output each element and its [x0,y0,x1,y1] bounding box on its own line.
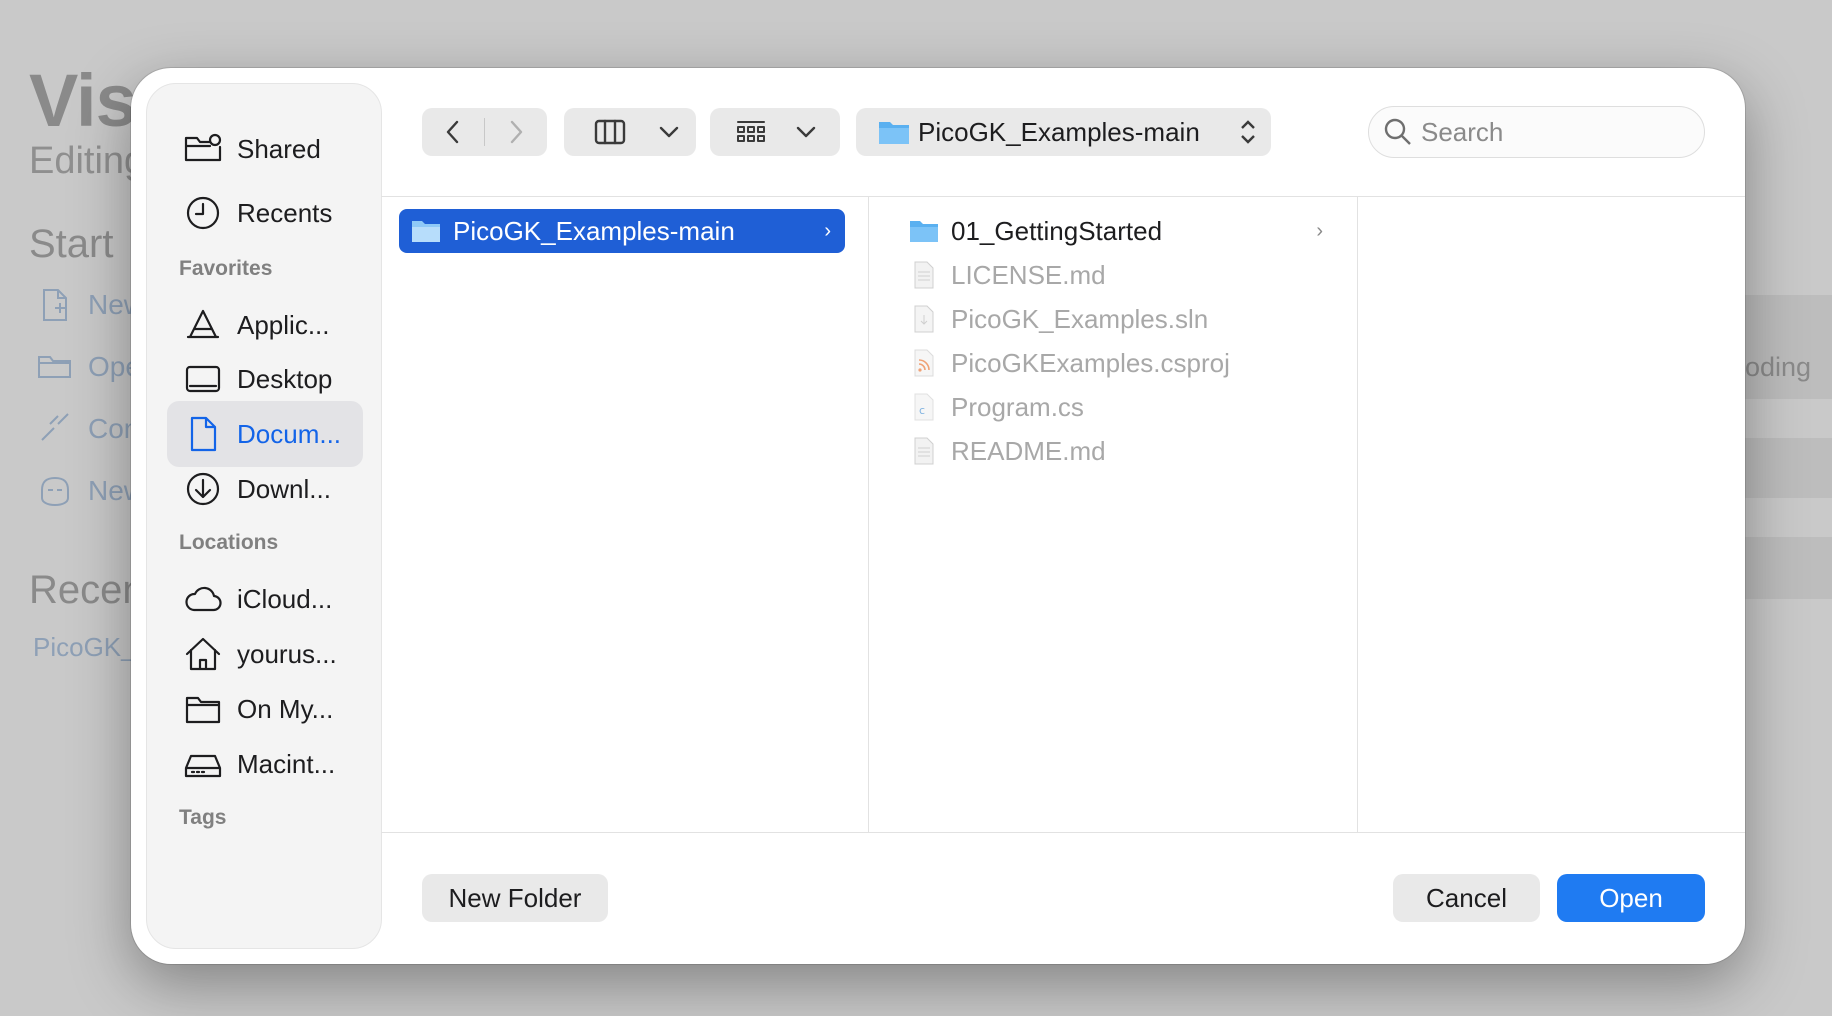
background-recent-heading: Recen [29,568,145,612]
background-link-open: Ope [36,348,141,386]
new-folder-button[interactable]: New Folder [422,874,608,922]
open-button[interactable]: Open [1557,874,1705,922]
sidebar-item-label: Macint... [237,748,336,779]
background-side-text: oding [1745,352,1812,382]
background-recent-item: PicoGK_ [33,632,136,662]
path-popup-label: PicoGK_Examples-main [918,116,1200,147]
shared-folder-icon [181,127,225,171]
item-name: PicoGKExamples.csproj [951,347,1230,378]
chevron-right-icon: › [824,219,831,242]
list-item-picogk-examples-main[interactable]: PicoGK_Examples-main › [399,209,845,253]
text-file-icon [909,436,939,466]
download-icon [181,467,225,511]
background-card [1745,438,1832,498]
copilot-icon [41,476,69,507]
search-icon [1384,118,1411,145]
folder-open-icon [38,356,71,378]
background-card [1745,295,1832,399]
dialog-sidebar: Shared Recents Favorites Applic... Deskt… [146,83,382,949]
clone-icon [41,413,69,441]
navigation-buttons [422,108,547,156]
folder-icon [909,216,939,246]
sidebar-item-shared[interactable]: Shared [167,116,363,182]
new-file-icon [43,289,67,321]
chevron-down-icon [796,126,816,138]
list-item-sln: PicoGK_Examples.sln [897,297,1337,341]
sidebar-item-label: Desktop [237,363,333,394]
item-name: LICENSE.md [951,259,1106,290]
sidebar-section-favorites: Favorites [179,257,273,280]
folder-icon [411,216,441,246]
columns-view-icon [594,119,626,145]
sidebar-item-label: On My... [237,693,334,724]
document-icon [181,412,225,456]
sidebar-section-tags: Tags [179,806,227,829]
sidebar-item-label: iCloud... [237,583,333,614]
open-file-dialog: Shared Recents Favorites Applic... Deskt… [131,68,1745,964]
item-name: Program.cs [951,391,1084,422]
desktop-icon [181,357,225,401]
sidebar-item-label: Applic... [237,309,330,340]
sidebar-item-label: Downl... [237,473,331,504]
background-link-new-file: New [36,286,144,324]
text-file-icon [909,260,939,290]
cloud-icon [181,577,225,621]
sidebar-item-label: Recents [237,197,333,228]
folder-icon [879,122,909,144]
group-by-button[interactable] [710,108,840,156]
grid-group-icon [737,121,765,142]
sidebar-item-label: Shared [237,133,321,164]
back-button[interactable] [422,108,484,156]
list-item-readme: README.md [897,429,1337,473]
up-down-chevron-icon [1241,120,1255,144]
background-card [1745,537,1832,599]
sln-file-icon [909,304,939,334]
svg-text:c: c [919,404,925,417]
list-item-csproj: PicoGKExamples.csproj [897,341,1337,385]
chevron-down-icon [659,126,679,138]
item-name: README.md [951,435,1106,466]
chevron-right-icon: › [1316,219,1323,242]
background-link-new-copilot: New [36,472,144,510]
background-start-heading: Start [29,222,114,266]
chevron-right-icon [510,120,523,144]
sidebar-item-downloads[interactable]: Downl... [167,456,363,522]
item-name: PicoGK_Examples.sln [951,303,1209,334]
sidebar-item-macintosh-hd[interactable]: Macint... [167,731,363,797]
browser-column-2: 01_GettingStarted › LICENSE.md PicoGK_Ex… [869,197,1358,832]
chevron-left-icon [446,120,459,144]
background-link-clone: Con [36,410,139,448]
path-popup-button[interactable]: PicoGK_Examples-main [856,108,1271,156]
item-name: 01_GettingStarted [951,215,1163,246]
home-icon [181,632,225,676]
forward-button[interactable] [485,108,547,156]
search-input[interactable] [1421,116,1681,148]
disk-icon [181,742,225,786]
rss-file-icon [909,348,939,378]
background-app-subtitle: Editing [29,140,146,182]
cancel-button[interactable]: Cancel [1393,874,1540,922]
applications-icon [181,303,225,347]
column-browser: PicoGK_Examples-main › 01_GettingStarted… [381,196,1745,833]
list-item-program-cs: c Program.cs [897,385,1337,429]
sidebar-item-label: yourus... [237,638,337,669]
cs-file-icon: c [909,392,939,422]
folder-icon [181,687,225,731]
search-field[interactable] [1368,106,1705,158]
browser-column-1: PicoGK_Examples-main › [381,197,869,832]
clock-icon [181,191,225,235]
view-mode-button[interactable] [564,108,696,156]
browser-column-3 [1358,197,1745,832]
sidebar-item-label: Docum... [237,418,342,449]
sidebar-section-locations: Locations [179,531,279,554]
item-name: PicoGK_Examples-main [453,215,735,246]
list-item-01-gettingstarted[interactable]: 01_GettingStarted › [897,209,1337,253]
sidebar-item-recents[interactable]: Recents [167,180,363,246]
list-item-license: LICENSE.md [897,253,1337,297]
